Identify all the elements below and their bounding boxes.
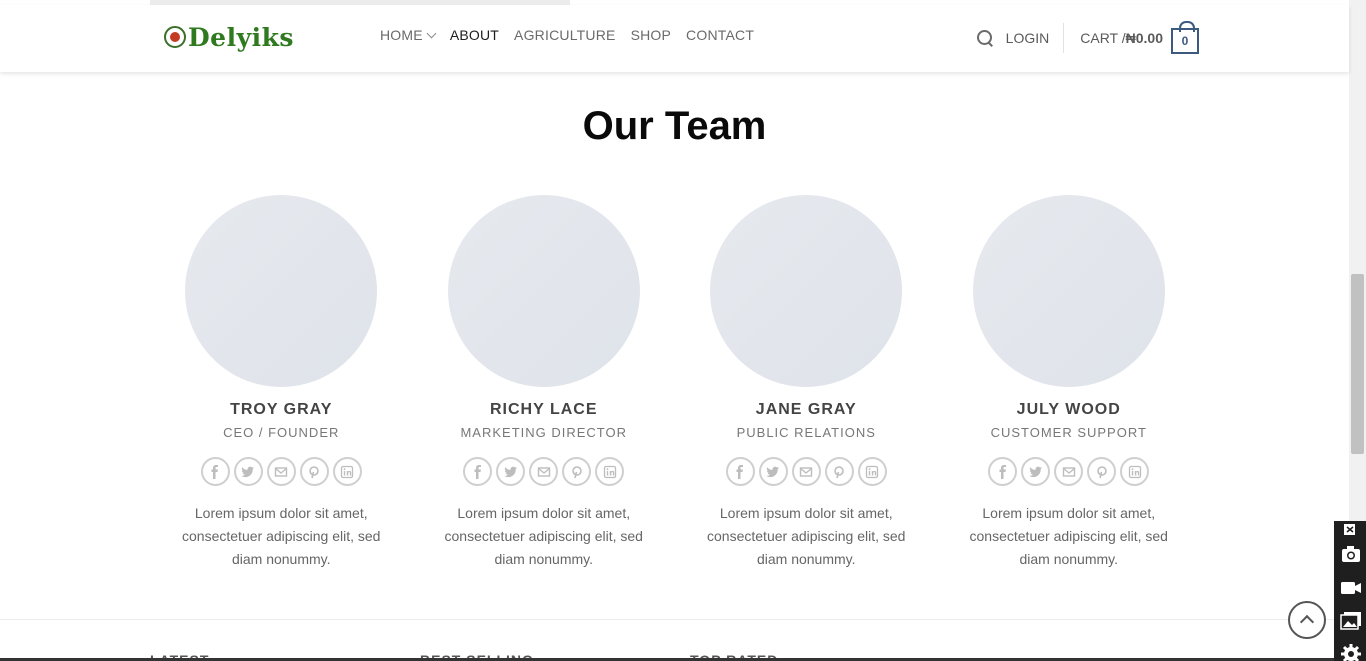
member-bio: Lorem ipsum dolor sit amet, consectetuer… [182,505,381,567]
twitter-icon[interactable] [233,457,263,486]
team-member-card: JULY WOOD CUSTOMER SUPPORT Lorem ipsum d… [938,195,1201,571]
linkedin-icon[interactable] [332,457,362,486]
member-social-links [725,457,887,486]
site-logo[interactable]: Delyiks [164,19,294,55]
member-photo [710,195,903,387]
nav-contact[interactable]: CONTACT [686,27,754,43]
twitter-icon[interactable] [758,457,788,486]
capture-toolbar [1334,521,1366,661]
logo-emblem-icon [164,26,186,48]
cart-label: CART / [1080,30,1126,46]
section-title: Our Team [582,104,767,148]
member-bio: Lorem ipsum dolor sit amet, consectetuer… [969,505,1168,567]
section-divider [0,619,1349,620]
pin-icon[interactable] [1338,523,1364,537]
pinterest-icon[interactable] [824,457,854,486]
email-icon[interactable] [1054,457,1084,486]
team-grid: TROY GRAY CEO / FOUNDER Lorem ipsum dolo… [150,195,1200,571]
logo-text: Delyiks [188,22,295,52]
main-nav: HOME ABOUT AGRICULTURE SHOP CONTACT [380,27,769,43]
search-icon[interactable] [976,29,994,47]
email-icon[interactable] [791,457,821,486]
member-role: CUSTOMER SUPPORT [990,425,1147,440]
twitter-icon[interactable] [1021,457,1051,486]
email-icon[interactable] [529,457,559,486]
member-social-links [988,457,1150,486]
pinterest-icon[interactable] [299,457,329,486]
gallery-icon[interactable] [1338,610,1364,632]
member-name: JANE GRAY [755,401,857,418]
video-icon[interactable] [1338,577,1364,599]
nav-home[interactable]: HOME [380,27,437,43]
cart-amount: ₦0.00 [1125,30,1163,46]
nav-home-label: HOME [380,27,423,43]
nav-about-label: ABOUT [449,27,500,43]
pinterest-icon[interactable] [1087,457,1117,486]
back-to-top-button[interactable] [1288,601,1326,639]
team-member-card: JANE GRAY PUBLIC RELATIONS Lorem ipsum d… [675,195,938,571]
page-scrollbar-thumb[interactable] [1351,274,1364,454]
nav-shop[interactable]: SHOP [631,27,671,43]
nav-contact-label: CONTACT [686,27,755,43]
member-name: TROY GRAY [230,401,333,418]
member-photo [447,195,640,387]
member-role: PUBLIC RELATIONS [736,425,876,440]
pinterest-icon[interactable] [562,457,592,486]
member-role: CEO / FOUNDER [223,425,340,440]
linkedin-icon[interactable] [1120,457,1150,486]
email-icon[interactable] [266,457,296,486]
settings-gear-icon[interactable] [1338,642,1364,661]
team-member-card: TROY GRAY CEO / FOUNDER Lorem ipsum dolo… [150,195,413,571]
chevron-down-icon [426,28,437,38]
member-social-links [200,457,362,486]
facebook-icon[interactable] [725,457,755,486]
login-link[interactable]: LOGIN [1006,23,1065,53]
member-photo [972,195,1165,387]
member-role: MARKETING DIRECTOR [460,425,628,440]
twitter-icon[interactable] [496,457,526,486]
member-bio: Lorem ipsum dolor sit amet, consectetuer… [444,505,643,567]
member-photo [185,195,378,387]
nav-agriculture[interactable]: AGRICULTURE [514,27,616,43]
linkedin-icon[interactable] [857,457,887,486]
member-name: JULY WOOD [1016,401,1121,418]
facebook-icon[interactable] [988,457,1018,486]
site-header: Delyiks HOME ABOUT AGRICULTURE SHOP CONT… [0,5,1349,72]
facebook-icon[interactable] [463,457,493,486]
nav-shop-label: SHOP [630,27,672,43]
member-social-links [463,457,625,486]
member-name: RICHY LACE [490,401,598,418]
nav-about[interactable]: ABOUT [450,27,499,43]
header-actions: LOGIN CART / ₦0.00 0 [976,21,1199,55]
cart-link[interactable]: CART / ₦0.00 [1080,30,1163,46]
cart-count-badge[interactable]: 0 [1171,21,1199,54]
team-member-card: RICHY LACE MARKETING DIRECTOR Lorem ipsu… [413,195,676,571]
camera-icon[interactable] [1338,543,1364,565]
facebook-icon[interactable] [200,457,230,486]
nav-agriculture-label: AGRICULTURE [514,27,616,43]
member-bio: Lorem ipsum dolor sit amet, consectetuer… [707,505,906,567]
linkedin-icon[interactable] [595,457,625,486]
